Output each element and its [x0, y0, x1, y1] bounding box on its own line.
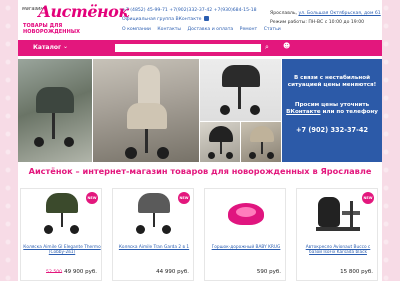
product-card[interactable]: NEW Коляска Aimile Gl Elegante Thermo (C…	[20, 188, 102, 281]
page-title: Аистёнок – интернет-магазин товаров для …	[28, 166, 372, 176]
photo-gallery: В связи с нестабильной ситуацией цены ме…	[18, 59, 382, 162]
vk-icon	[203, 16, 209, 21]
logo-subtitle: ТОВАРЫ ДЛЯ НОВОРОЖДЕННЫХ	[23, 23, 81, 35]
nav-item-articles[interactable]: Статьи	[264, 27, 281, 32]
product-price: 44 990 руб.	[156, 269, 189, 275]
top-nav: О компании Контакты Доставка и оплата Ре…	[122, 27, 286, 32]
new-badge: NEW	[362, 192, 374, 204]
product-card[interactable]: NEW Коляска Aimile Tran Garda 2 в 1 44 9…	[112, 188, 194, 281]
price-notice-banner: В связи с нестабильной ситуацией цены ме…	[282, 59, 382, 162]
product-image[interactable]	[38, 193, 86, 235]
address-link[interactable]: ул. Большая Октябрьская, дом 61	[298, 11, 380, 16]
product-price: 15 800 руб.	[340, 269, 373, 275]
product-price: 590 руб.	[256, 269, 281, 275]
phone-numbers[interactable]: +7 (4852) 45-99-71 +7(902)332-37-42 +7(9…	[122, 8, 257, 13]
nav-item-about[interactable]: О компании	[122, 27, 151, 32]
notice-phone[interactable]: +7 (902) 332-37-42	[282, 126, 382, 134]
product-card[interactable]: NEW Автокресло Avionaut Bucco с базой Is…	[296, 188, 378, 281]
gallery-photo-2[interactable]	[93, 59, 199, 162]
product-card[interactable]: Горшок-дорожный BABY KRUG 590 руб.	[204, 188, 286, 281]
product-name[interactable]: Коляска Aimile Gl Elegante Thermo (Cobby…	[23, 245, 101, 255]
gallery-photo-3[interactable]	[200, 59, 281, 121]
nav-item-delivery[interactable]: Доставка и оплата	[188, 27, 234, 32]
notice-contact-prefix: Просим цены уточнить	[294, 102, 370, 108]
vk-group-link[interactable]: Официальная группа ВКонтакте	[122, 16, 209, 22]
notice-text: В связи с нестабильной ситуацией цены ме…	[287, 75, 377, 88]
store-address: Ярославль, ул. Большая Октябрьская, дом …	[270, 11, 381, 16]
product-image[interactable]	[130, 193, 178, 235]
gallery-photo-5[interactable]	[241, 122, 281, 162]
current-price: 49 900 руб.	[64, 269, 97, 275]
product-image[interactable]	[314, 193, 362, 235]
product-name[interactable]: Горшок-дорожный BABY KRUG	[207, 245, 285, 250]
vk-group-label: Официальная группа ВКонтакте	[122, 17, 202, 22]
old-price: 52 500	[46, 270, 63, 275]
address-label: Ярославль,	[270, 11, 299, 16]
gallery-photo-1[interactable]	[18, 59, 92, 162]
header: магазин Аистёнок ТОВАРЫ ДЛЯ НОВОРОЖДЕННЫ…	[18, 0, 382, 40]
search-input[interactable]	[115, 44, 261, 52]
user-icon[interactable]: ☻	[283, 42, 290, 50]
notice-contact-suffix: или по телефону	[320, 109, 378, 115]
catalog-bar: Каталог ⌄ ⌕ ☻	[18, 40, 382, 56]
notice-vk-link[interactable]: ВКонтакте	[286, 109, 320, 115]
product-name[interactable]: Автокресло Avionaut Bucco с базой IsoFix…	[299, 245, 377, 255]
search-icon[interactable]: ⌕	[265, 43, 269, 52]
nav-item-repair[interactable]: Ремонт	[240, 27, 258, 32]
product-price: 52 500 49 900 руб.	[46, 269, 97, 275]
notice-contact-text: Просим цены уточнить ВКонтакте или по те…	[282, 102, 382, 116]
product-image[interactable]	[222, 193, 270, 235]
catalog-button[interactable]: Каталог	[33, 44, 61, 51]
chevron-down-icon[interactable]: ⌄	[63, 43, 68, 50]
logo[interactable]: магазин Аистёнок ТОВАРЫ ДЛЯ НОВОРОЖДЕННЫ…	[20, 2, 129, 35]
new-badge: NEW	[178, 192, 190, 204]
nav-item-contacts[interactable]: Контакты	[157, 27, 181, 32]
logo-title: Аистёнок	[38, 2, 129, 21]
new-badge: NEW	[86, 192, 98, 204]
product-name[interactable]: Коляска Aimile Tran Garda 2 в 1	[115, 245, 193, 250]
page: магазин Аистёнок ТОВАРЫ ДЛЯ НОВОРОЖДЕННЫ…	[18, 0, 382, 281]
gallery-photo-4[interactable]	[200, 122, 240, 162]
working-hours: Режим работы: ПН-ВС с 10:00 до 19:00	[270, 20, 365, 25]
